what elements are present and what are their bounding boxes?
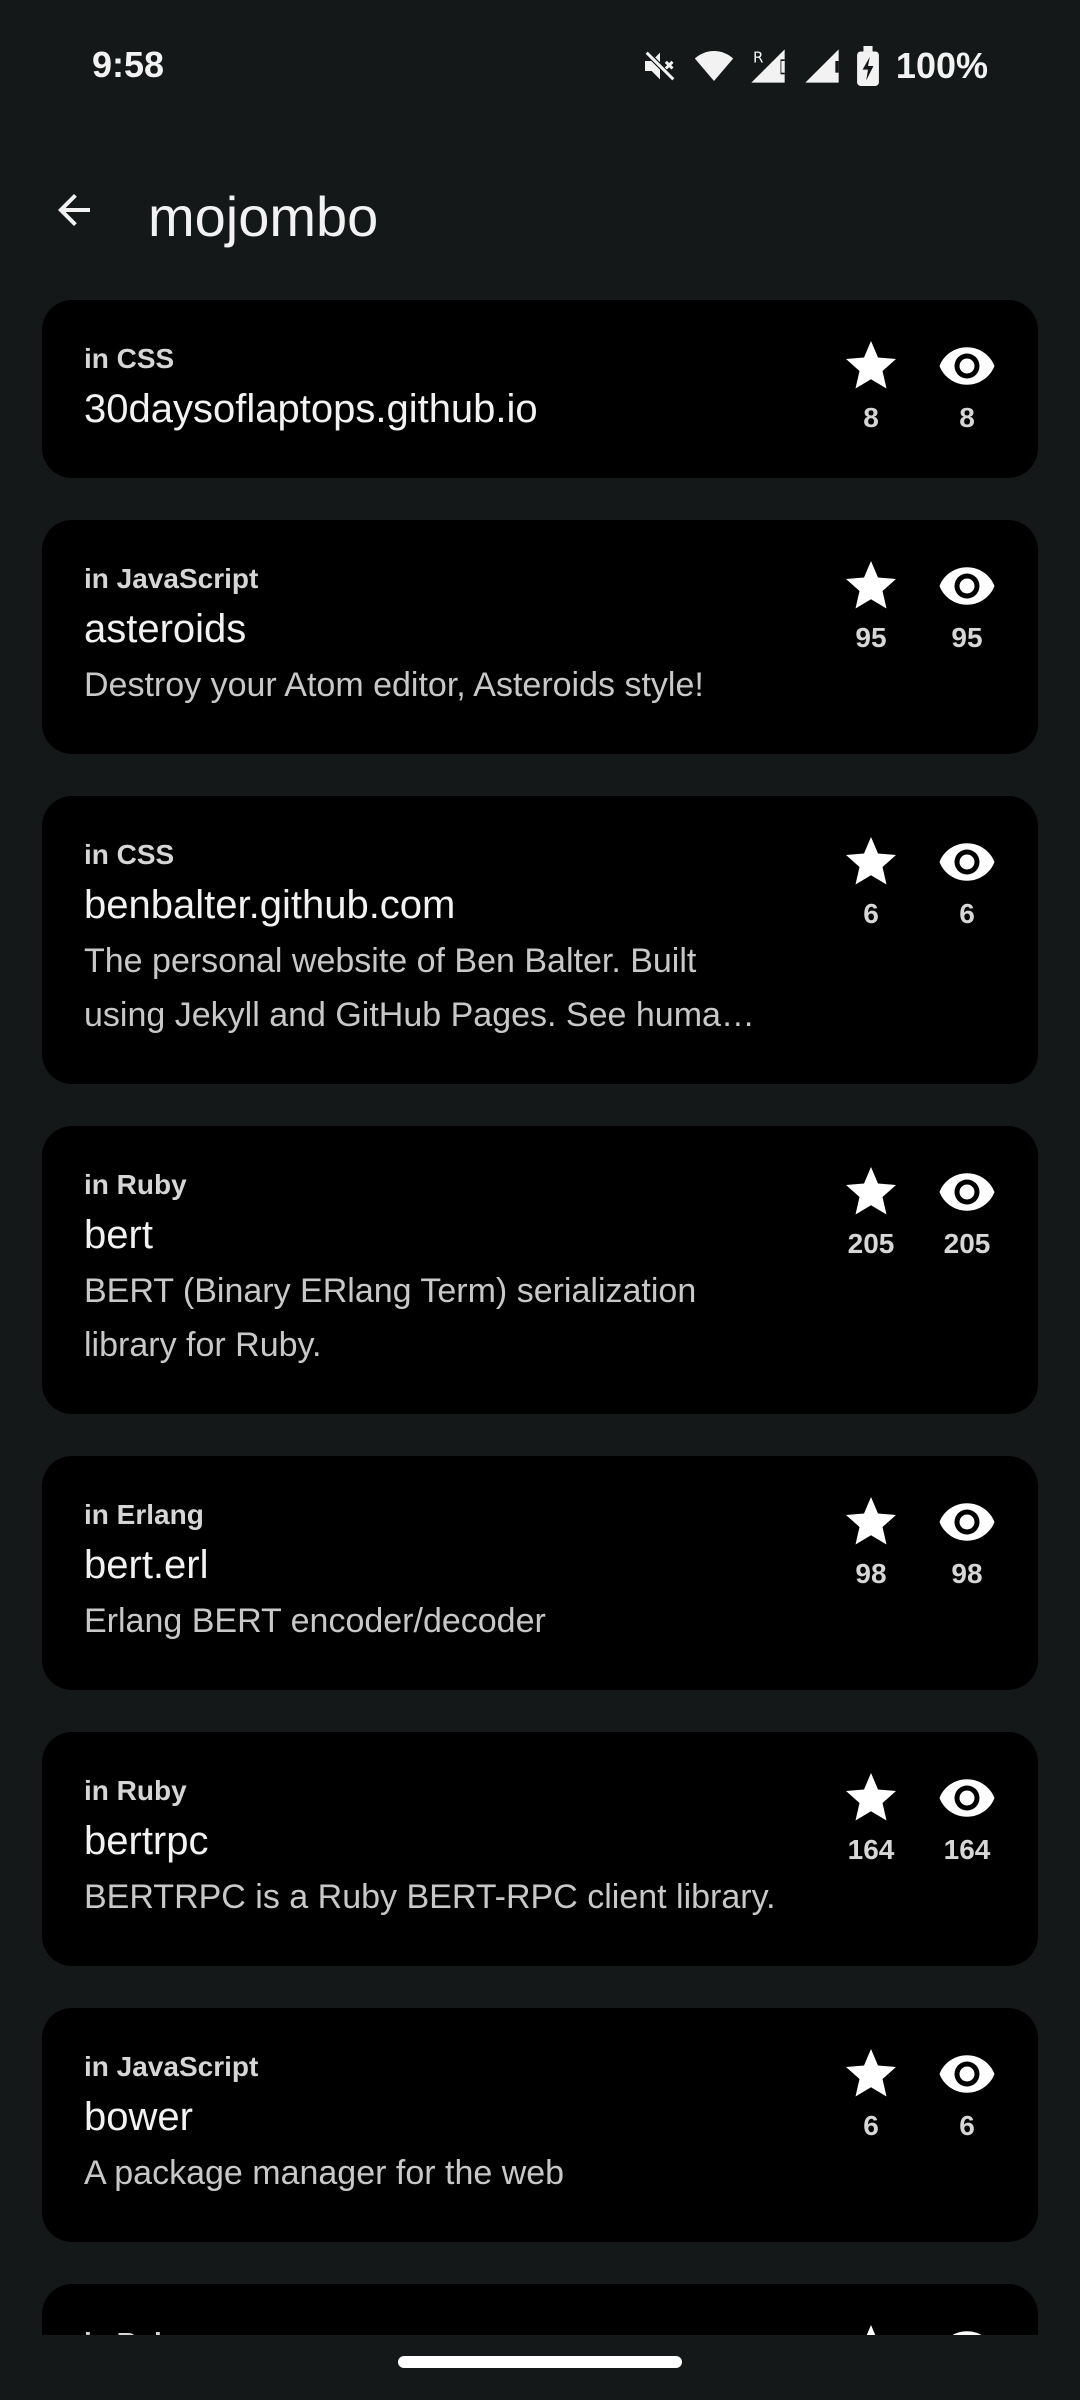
watchers-stat: 6 (922, 832, 1012, 930)
stars-count: 205 (847, 1228, 895, 1259)
repo-language: in JavaScript (84, 2051, 259, 2082)
star-icon (846, 1167, 896, 1215)
watchers-count: 8 (959, 402, 975, 433)
page-title: mojombo (148, 185, 379, 248)
repo-description: A package manager for the web (84, 2154, 565, 2192)
watchers-stat: 8 (922, 336, 1012, 434)
watchers-count: 6 (959, 2110, 975, 2141)
stars-stat: 95 (826, 556, 916, 654)
stars-count: 6 (863, 898, 879, 929)
repo-card[interactable]: in Ruby (42, 2284, 1038, 2335)
repo-description: Erlang BERT encoder/decoder (84, 1602, 546, 1640)
eye-icon (939, 347, 995, 385)
stars-count: 8 (863, 402, 879, 433)
watchers-count: 205 (943, 1228, 991, 1259)
eye-icon (939, 843, 995, 881)
repo-list[interactable]: in CSS 30daysoflaptops.github.io 8 8 in … (42, 300, 1038, 2335)
repo-name: bert (84, 1213, 153, 1257)
star-icon (846, 341, 896, 389)
app-bar: mojombo (0, 160, 1080, 270)
stars-stat: 8 (826, 336, 916, 434)
watchers-stat: 6 (922, 2044, 1012, 2142)
star-icon (846, 2049, 896, 2097)
stars-count: 164 (847, 1834, 895, 1865)
repo-description: BERT (Binary ERlang Term) serialization … (84, 1272, 697, 1364)
watchers-count: 98 (951, 1558, 983, 1589)
repo-language: in Ruby (84, 1169, 187, 1200)
stars-stat: 205 (826, 1162, 916, 1260)
repo-language: in CSS (84, 343, 175, 374)
repo-stats: 8 8 (826, 336, 1012, 434)
repo-stats: 6 6 (826, 832, 1012, 930)
repo-stats: 205 205 (826, 1162, 1012, 1260)
repo-stats: 6 6 (826, 2044, 1012, 2142)
repo-card[interactable]: in JavaScript asteroids Destroy your Ato… (42, 520, 1038, 754)
repo-card[interactable]: in Erlang bert.erl Erlang BERT encoder/d… (42, 1456, 1038, 1690)
repo-description: The personal website of Ben Balter. Buil… (84, 942, 755, 1034)
svg-text:R: R (753, 49, 763, 67)
star-icon (846, 561, 896, 609)
wifi-icon (694, 48, 734, 84)
eye-icon (939, 1503, 995, 1541)
stars-count: 95 (855, 622, 887, 653)
stars-stat: 6 (826, 832, 916, 930)
eye-icon (952, 2331, 982, 2335)
repo-name: 30daysoflaptops.github.io (84, 387, 538, 431)
eye-icon (939, 1173, 995, 1211)
battery-charging-icon (856, 46, 880, 86)
star-icon (846, 1773, 896, 1821)
status-bar: 9:58 R 100% (0, 0, 1080, 130)
repo-card[interactable]: in CSS benbalter.github.com The personal… (42, 796, 1038, 1084)
repo-name: bert.erl (84, 1543, 209, 1587)
watchers-stat: 95 (922, 556, 1012, 654)
stars-count: 98 (855, 1558, 887, 1589)
repo-language: in Erlang (84, 1499, 204, 1530)
repo-stats: 95 95 (826, 556, 1012, 654)
mute-icon (640, 46, 680, 86)
repo-name: bower (84, 2095, 193, 2139)
repo-stats: 164 164 (826, 1768, 1012, 1866)
repo-language: in JavaScript (84, 563, 259, 594)
watchers-count: 6 (959, 898, 975, 929)
repo-name: bertrpc (84, 1819, 209, 1863)
repo-card[interactable]: in JavaScript bower A package manager fo… (42, 2008, 1038, 2242)
watchers-stat: 98 (922, 1492, 1012, 1590)
stars-count: 6 (863, 2110, 879, 2141)
star-icon (846, 1497, 896, 1545)
stars-stat: 6 (826, 2044, 916, 2142)
eye-icon (939, 567, 995, 605)
arrow-back-icon (58, 194, 90, 226)
repo-language: in Ruby (84, 1775, 187, 1806)
watchers-stat: 164 (922, 1768, 1012, 1866)
status-time: 9:58 (92, 44, 165, 85)
repo-stats (826, 2320, 1012, 2335)
stars-stat (826, 2320, 916, 2335)
battery-percent: 100% (895, 45, 988, 86)
stars-stat: 164 (826, 1768, 916, 1866)
repo-description: BERTRPC is a Ruby BERT-RPC client librar… (84, 1878, 776, 1916)
repo-stats: 98 98 (826, 1492, 1012, 1590)
repo-language: in CSS (84, 839, 175, 870)
star-icon (846, 837, 896, 885)
signal-icon (802, 46, 842, 86)
repo-card[interactable]: in Ruby bertrpc BERTRPC is a Ruby BERT-R… (42, 1732, 1038, 1966)
repo-name: benbalter.github.com (84, 883, 456, 927)
watchers-stat: 205 (922, 1162, 1012, 1260)
back-button[interactable] (36, 172, 112, 248)
repo-description: Destroy your Atom editor, Asteroids styl… (84, 666, 704, 704)
watchers-count: 95 (951, 622, 983, 653)
repo-card[interactable]: in Ruby bert BERT (Binary ERlang Term) s… (42, 1126, 1038, 1414)
repo-name: asteroids (84, 607, 247, 651)
eye-icon (939, 2055, 995, 2093)
eye-icon (939, 1779, 995, 1817)
stars-stat: 98 (826, 1492, 916, 1590)
repo-language: in Ruby (84, 2326, 778, 2335)
signal-roaming-icon: R (748, 46, 788, 86)
watchers-stat (922, 2320, 1012, 2335)
watchers-count: 164 (943, 1834, 991, 1865)
repo-card[interactable]: in CSS 30daysoflaptops.github.io 8 8 (42, 300, 1038, 478)
home-indicator[interactable] (398, 2356, 682, 2368)
star-icon (866, 2325, 876, 2335)
status-icons: R 100% (640, 44, 988, 88)
